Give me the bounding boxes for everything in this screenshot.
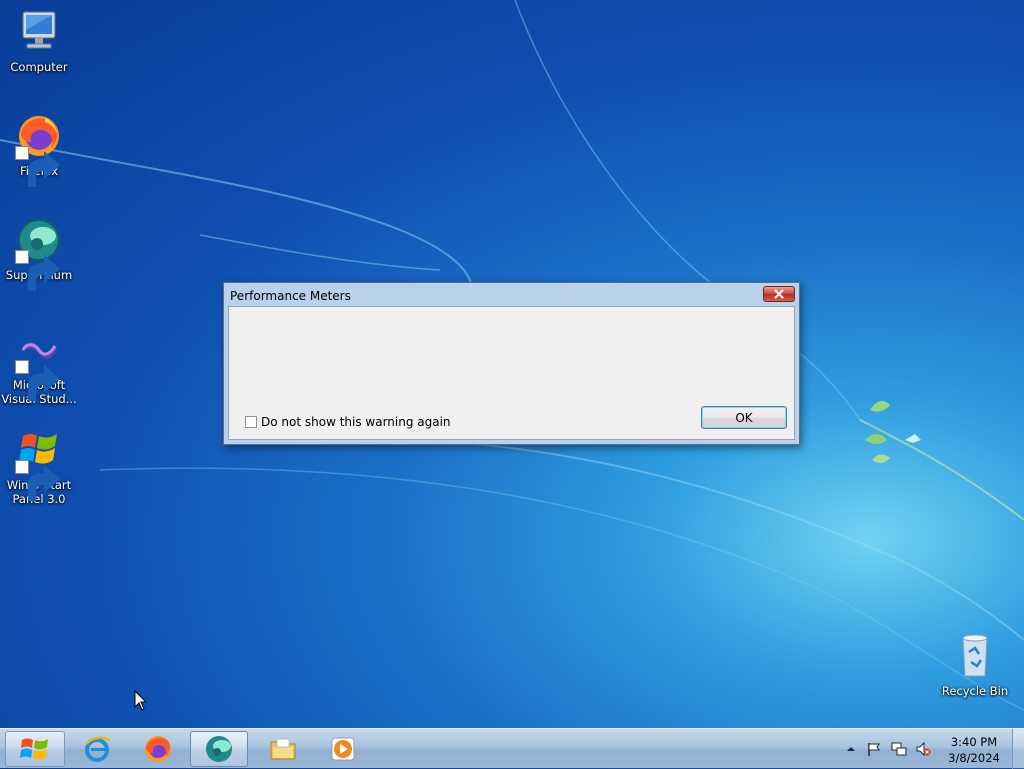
ok-button[interactable]: OK <box>701 406 787 429</box>
dont-show-again-label[interactable]: Do not show this warning again <box>261 415 451 429</box>
firefox-icon <box>145 736 171 762</box>
performance-meters-dialog: Performance Meters Do not show this warn… <box>223 282 800 445</box>
taskbar-firefox[interactable] <box>129 731 187 767</box>
dialog-title: Performance Meters <box>230 289 351 303</box>
taskbar-internet-explorer[interactable] <box>68 731 126 767</box>
supermium-icon <box>15 216 63 291</box>
mouse-cursor-icon <box>134 690 148 711</box>
recycle-bin-icon <box>951 632 999 680</box>
desktop-icon-recycle-bin[interactable]: Recycle Bin <box>937 632 1013 698</box>
desktop-icon-label: Recycle Bin <box>941 684 1009 698</box>
visual-studio-icon <box>15 326 63 401</box>
clock-date: 3/8/2024 <box>948 751 1000 765</box>
computer-icon <box>15 8 63 56</box>
show-hidden-icons-arrow[interactable] <box>843 741 859 757</box>
windows-start-icon <box>20 738 48 760</box>
windows-logo-icon <box>15 426 63 501</box>
shortcut-arrow-icon <box>15 360 60 401</box>
taskbar-file-explorer[interactable] <box>254 731 312 767</box>
taskbar-media-player[interactable] <box>314 731 372 767</box>
desktop-icon-visual-studio[interactable]: Microsoft Visual Stud... <box>1 326 77 406</box>
dialog-body: Do not show this warning again OK <box>228 306 795 440</box>
network-icon[interactable] <box>891 741 907 757</box>
shortcut-arrow-icon <box>15 460 60 501</box>
system-clock[interactable]: 3:40 PM 3/8/2024 <box>940 734 1008 766</box>
internet-explorer-icon <box>85 736 111 762</box>
media-player-icon <box>331 737 355 761</box>
firefox-icon <box>15 112 63 187</box>
desktop-icon-label: Computer <box>10 60 68 74</box>
folder-icon <box>270 738 296 760</box>
shortcut-arrow-icon <box>15 250 60 291</box>
start-button[interactable] <box>5 731 65 767</box>
desktop-icon-firefox[interactable]: Firefox <box>1 112 77 187</box>
desktop-icon-win8-start-panel[interactable]: Win 8 Start Panel 3.0 <box>1 426 77 506</box>
show-desktop-button[interactable] <box>1012 729 1024 769</box>
dont-show-again-row[interactable]: Do not show this warning again <box>245 415 451 429</box>
desktop-icon-computer[interactable]: Computer <box>1 8 77 74</box>
desktop-icon-supermium[interactable]: Supermium <box>1 216 77 291</box>
taskbar: 3:40 PM 3/8/2024 <box>0 728 1024 769</box>
clock-time: 3:40 PM <box>950 735 998 749</box>
supermium-icon <box>206 736 232 762</box>
taskbar-supermium[interactable] <box>190 731 248 767</box>
dialog-close-button[interactable] <box>763 286 795 302</box>
close-icon <box>774 289 784 299</box>
volume-muted-icon[interactable] <box>915 741 931 757</box>
shortcut-arrow-icon <box>15 146 60 187</box>
dont-show-again-checkbox[interactable] <box>245 416 257 428</box>
action-center-flag-icon[interactable] <box>866 741 882 757</box>
